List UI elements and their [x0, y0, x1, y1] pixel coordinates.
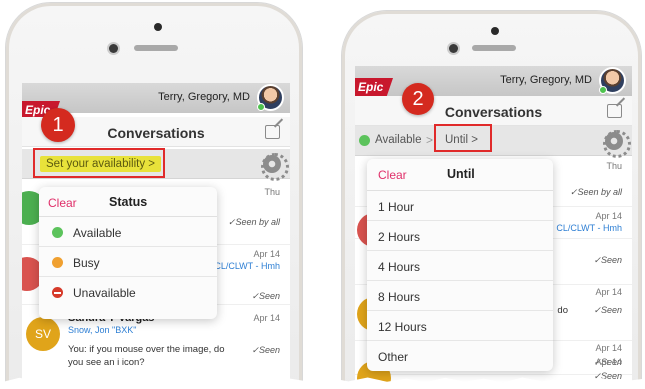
available-dot-icon: [52, 227, 63, 238]
page-title: Conversations: [444, 104, 543, 120]
until-option-4-hours[interactable]: 4 Hours: [367, 251, 553, 281]
online-indicator-icon: [599, 86, 607, 94]
conversation-date: Apr 14: [253, 249, 280, 259]
conversation-date: Apr 14: [253, 313, 280, 323]
status-popover: Clear Status Available Busy Unavailable: [39, 187, 217, 319]
conversation-date: Apr 14: [595, 211, 622, 221]
compose-icon[interactable]: [607, 104, 622, 118]
option-label: Busy: [73, 256, 100, 270]
earpiece-speaker: [134, 45, 178, 51]
status-option-available[interactable]: Available: [39, 217, 217, 247]
popover-title: Until: [447, 167, 475, 181]
until-option-12-hours[interactable]: 12 Hours: [367, 311, 553, 341]
user-name: Terry, Gregory, MD: [158, 91, 250, 103]
user-avatar[interactable]: [599, 67, 626, 94]
until-option-1-hour[interactable]: 1 Hour: [367, 191, 553, 221]
contact-subname: Snow, Jon "BXK": [68, 325, 137, 335]
step-badge-1: 1: [41, 108, 75, 142]
seen-status: ✓Seen by all: [569, 187, 622, 197]
seen-status: ✓Seen: [593, 255, 622, 265]
highlight-box-until: [434, 124, 492, 152]
message-preview: You: if you mouse over the image, do you…: [68, 344, 225, 368]
conversation-date: Thu: [606, 161, 622, 171]
until-option-other[interactable]: Other: [367, 341, 553, 371]
front-camera-icon: [109, 44, 118, 53]
gear-icon[interactable]: [261, 153, 289, 181]
online-indicator-icon: [257, 103, 265, 111]
option-label: Available: [73, 226, 122, 240]
clear-button[interactable]: Clear: [48, 196, 77, 210]
available-dot-icon: [359, 135, 370, 146]
option-label: 4 Hours: [378, 260, 421, 274]
app-header: Terry, Gregory, MD: [355, 66, 632, 96]
popover-header: Clear Status: [39, 187, 217, 217]
gear-icon[interactable]: [603, 130, 631, 158]
busy-clock-icon: [52, 257, 63, 268]
front-sensor-dot: [491, 27, 499, 35]
conversations-titlebar: Conversations: [355, 96, 632, 126]
status-bar: Available > Until >: [355, 126, 632, 158]
current-status-label[interactable]: Available: [375, 134, 421, 146]
step-badge-2: 2: [402, 83, 434, 115]
conversation-date: Apr 14: [595, 357, 622, 367]
option-label: 1 Hour: [378, 200, 415, 214]
conversation-date: Apr 14: [595, 287, 622, 297]
user-name: Terry, Gregory, MD: [500, 74, 592, 86]
option-label: 2 Hours: [378, 230, 421, 244]
popover-title: Status: [109, 195, 148, 209]
earpiece-speaker: [472, 45, 516, 51]
department-ref: CL/CLWT - Hmh: [556, 223, 622, 233]
highlight-box-availability: [33, 148, 165, 178]
option-label: 12 Hours: [378, 320, 427, 334]
front-sensor-dot: [154, 23, 162, 31]
screen-right: Terry, Gregory, MD Epic Conversations Av…: [355, 66, 632, 389]
until-popover: Clear Until 1 Hour 2 Hours 4 Hours 8 Hou…: [367, 159, 553, 371]
seen-status: ✓Seen by all: [227, 217, 280, 227]
option-label: Unavailable: [73, 286, 136, 300]
until-option-2-hours[interactable]: 2 Hours: [367, 221, 553, 251]
option-label: 8 Hours: [378, 290, 421, 304]
status-option-unavailable[interactable]: Unavailable: [39, 277, 217, 307]
tutorial-figure: Terry, Gregory, MD Epic Conversations Se…: [0, 0, 645, 389]
front-camera-icon: [449, 44, 458, 53]
until-option-8-hours[interactable]: 8 Hours: [367, 281, 553, 311]
option-label: Other: [378, 350, 409, 364]
popover-header: Clear Until: [367, 159, 553, 191]
department-ref: CL/CLWT - Hmh: [214, 261, 280, 271]
unavailable-minus-icon: [52, 287, 63, 298]
phone-frame-right: Terry, Gregory, MD Epic Conversations Av…: [341, 10, 642, 389]
seen-status: ✓Seen: [251, 345, 280, 355]
conversation-avatar: SV: [26, 317, 60, 351]
seen-status: ✓Seen: [251, 291, 280, 301]
seen-status: ✓Seen: [593, 305, 622, 315]
status-separator-chevron-icon: >: [426, 133, 434, 147]
message-snippet: do: [557, 305, 568, 316]
clear-button[interactable]: Clear: [378, 168, 407, 182]
user-avatar[interactable]: [257, 84, 284, 111]
phone-frame-left: Terry, Gregory, MD Epic Conversations Se…: [5, 2, 303, 389]
status-option-busy[interactable]: Busy: [39, 247, 217, 277]
compose-icon[interactable]: [265, 125, 280, 139]
conversation-date: Thu: [264, 187, 280, 197]
